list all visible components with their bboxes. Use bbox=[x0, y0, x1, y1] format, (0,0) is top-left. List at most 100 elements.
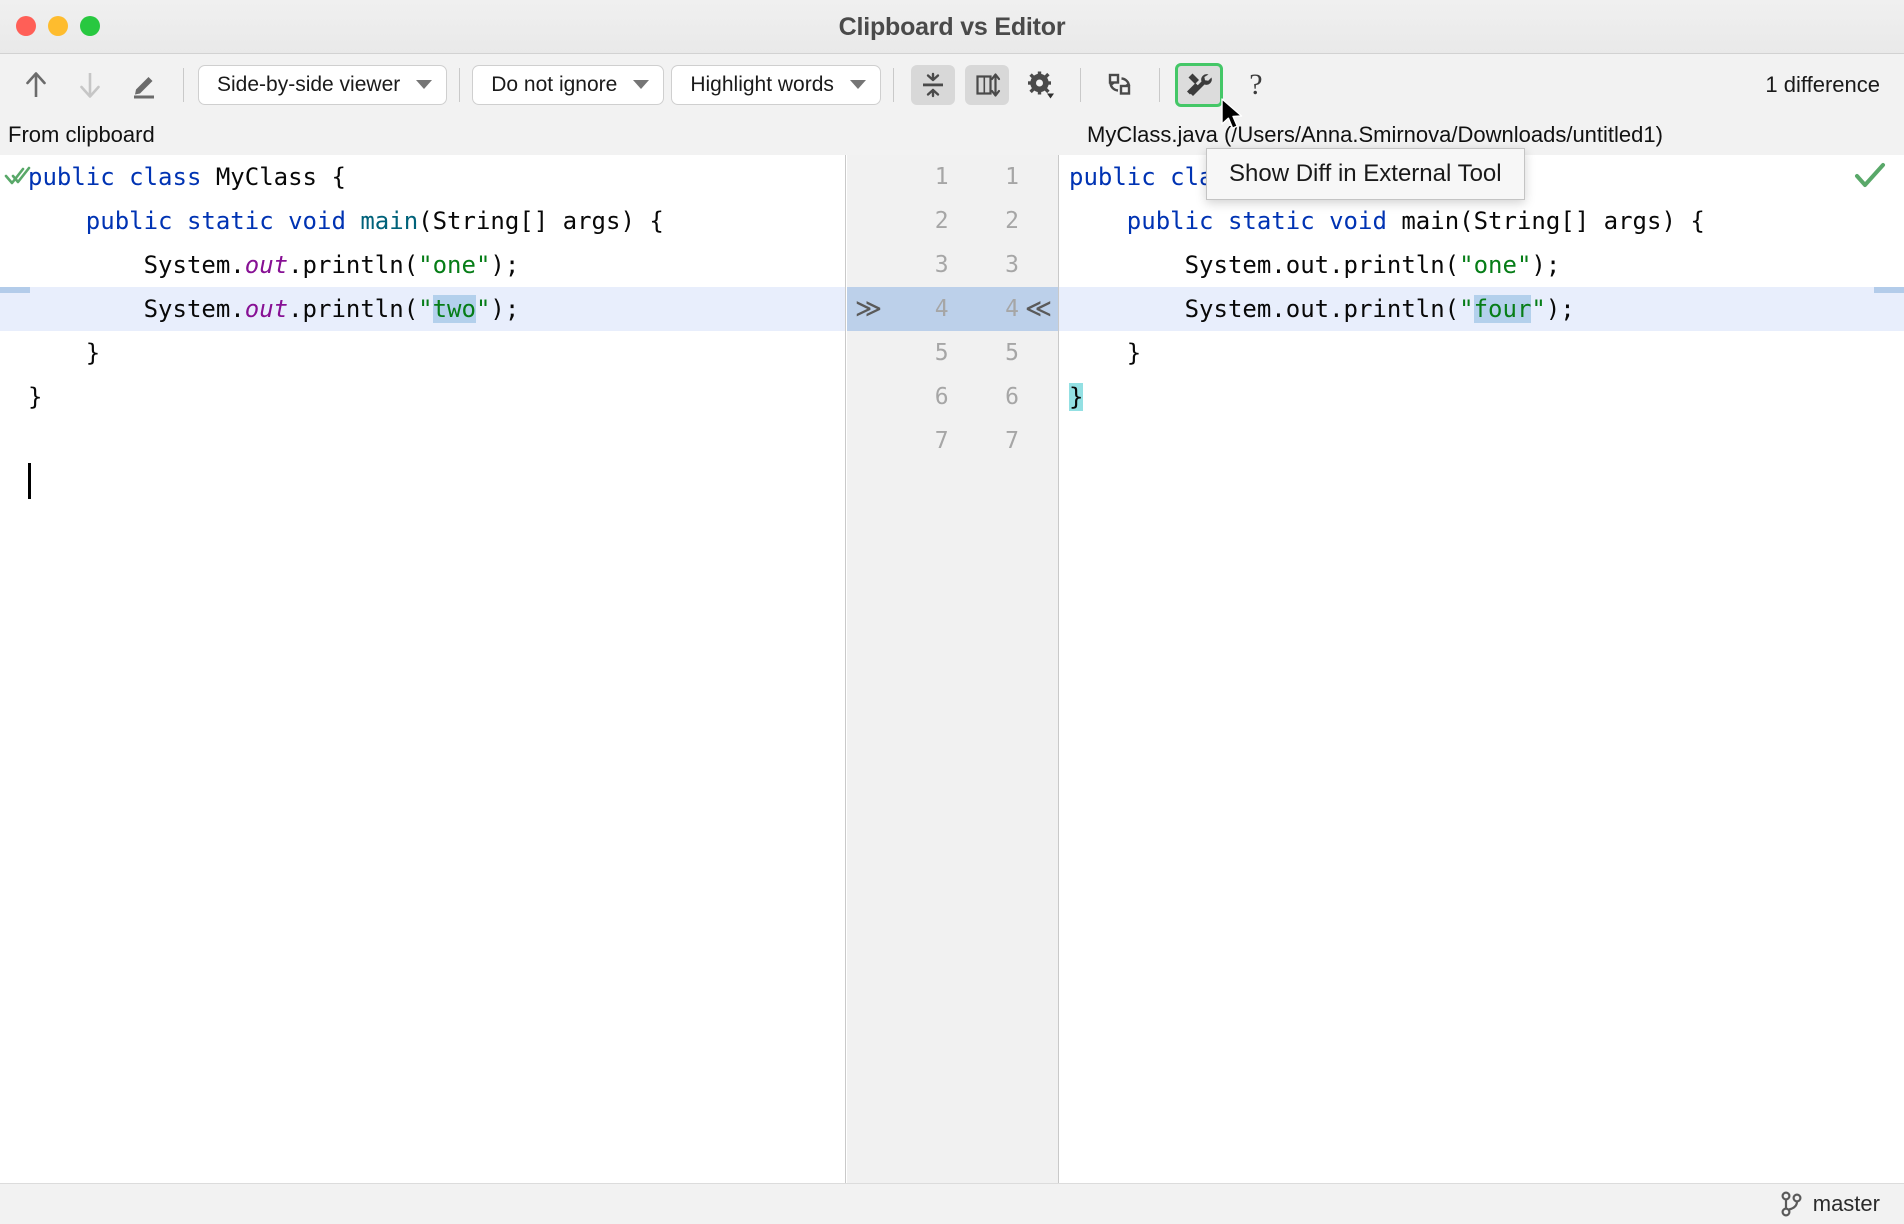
code-token: public bbox=[86, 207, 173, 235]
arrow-down-icon bbox=[77, 71, 103, 99]
code-token: public bbox=[1069, 163, 1156, 191]
code-token: System.out.println( bbox=[1069, 251, 1459, 279]
highlight-mode-label: Highlight words bbox=[690, 73, 834, 97]
viewer-mode-dropdown[interactable]: Side-by-side viewer bbox=[198, 65, 447, 105]
code-token: .println( bbox=[288, 295, 418, 323]
previous-difference-button[interactable] bbox=[14, 65, 58, 105]
right-editor-pane[interactable]: public class MyClass { public static voi… bbox=[1059, 155, 1904, 1183]
code-token: } bbox=[1069, 383, 1083, 411]
gutter-rows: 112233≫44≪556677 bbox=[847, 155, 1058, 463]
highlight-mode-dropdown[interactable]: Highlight words bbox=[671, 65, 881, 105]
code-line: } bbox=[1069, 331, 1904, 375]
code-token: .println( bbox=[288, 251, 418, 279]
synchronize-scrolling-button[interactable] bbox=[965, 65, 1009, 105]
gutter-row: 33 bbox=[847, 243, 1058, 287]
code-token: } bbox=[28, 339, 100, 367]
right-line-number: 4 bbox=[960, 287, 1019, 331]
code-token: " bbox=[1531, 295, 1545, 323]
code-line: public class MyClass { bbox=[28, 155, 845, 199]
gutter-row[interactable]: ≫44≪ bbox=[847, 287, 1058, 331]
ignore-policy-label: Do not ignore bbox=[491, 73, 617, 97]
diff-gutter[interactable]: 112233≫44≪556677 bbox=[847, 155, 1059, 1183]
code-token: } bbox=[1069, 339, 1141, 367]
left-line-number: 5 bbox=[890, 331, 953, 375]
code-line bbox=[1069, 419, 1904, 463]
code-token bbox=[1156, 163, 1170, 191]
edit-source-button[interactable] bbox=[122, 65, 166, 105]
code-token: ); bbox=[1531, 251, 1560, 279]
ignore-policy-dropdown[interactable]: Do not ignore bbox=[472, 65, 664, 105]
gutter-row: 22 bbox=[847, 199, 1058, 243]
code-line: System.out.println("four"); bbox=[1059, 287, 1904, 331]
gutter-row: 55 bbox=[847, 331, 1058, 375]
code-token bbox=[346, 207, 360, 235]
code-token: static bbox=[1228, 207, 1315, 235]
code-token bbox=[1214, 207, 1228, 235]
code-token: " bbox=[418, 295, 432, 323]
swap-rotate-icon bbox=[1105, 71, 1135, 99]
chevron-down-icon bbox=[633, 80, 649, 89]
left-line-number: 3 bbox=[890, 243, 953, 287]
code-line: System.out.println("two"); bbox=[0, 287, 845, 331]
right-line-number: 1 bbox=[960, 155, 1019, 199]
code-token: main bbox=[1401, 207, 1459, 235]
code-token bbox=[173, 207, 187, 235]
viewer-mode-label: Side-by-side viewer bbox=[217, 73, 400, 97]
code-token: "one" bbox=[418, 251, 490, 279]
code-token: four bbox=[1474, 295, 1532, 323]
help-button[interactable]: ? bbox=[1234, 65, 1278, 105]
code-token bbox=[1069, 207, 1127, 235]
code-token: System. bbox=[28, 251, 245, 279]
diff-toolbar: Side-by-side viewer Do not ignore Highli… bbox=[0, 54, 1904, 115]
code-token: " bbox=[476, 295, 490, 323]
code-token bbox=[1315, 207, 1329, 235]
left-line-number: 1 bbox=[890, 155, 953, 199]
diff-settings-button[interactable] bbox=[1019, 65, 1063, 105]
pencil-icon bbox=[130, 71, 158, 99]
show-diff-in-external-tool-button[interactable] bbox=[1177, 65, 1221, 105]
code-token: public bbox=[28, 163, 115, 191]
code-token: (String[] args) { bbox=[1459, 207, 1705, 235]
left-line-number: 6 bbox=[890, 375, 953, 419]
code-token bbox=[274, 207, 288, 235]
left-code-area[interactable]: public class MyClass { public static voi… bbox=[0, 155, 845, 463]
code-line: System.out.println("one"); bbox=[28, 243, 845, 287]
code-token: ); bbox=[490, 295, 519, 323]
code-token: ); bbox=[1546, 295, 1575, 323]
gutter-row: 11 bbox=[847, 155, 1058, 199]
right-code-area[interactable]: public class MyClass { public static voi… bbox=[1059, 155, 1904, 463]
chevron-down-icon bbox=[850, 80, 866, 89]
code-token: " bbox=[1459, 295, 1473, 323]
collapse-unchanged-button[interactable] bbox=[911, 65, 955, 105]
right-line-number: 2 bbox=[960, 199, 1019, 243]
code-line: public static void main(String[] args) { bbox=[1069, 199, 1904, 243]
code-token: } bbox=[28, 383, 42, 411]
code-line: } bbox=[28, 331, 845, 375]
status-bar: master bbox=[0, 1183, 1904, 1224]
git-branch-icon bbox=[1781, 1191, 1803, 1217]
toolbar-separator-1 bbox=[183, 68, 184, 102]
question-mark-icon: ? bbox=[1249, 68, 1262, 102]
code-token: (String[] args) { bbox=[418, 207, 664, 235]
swap-sides-button[interactable] bbox=[1098, 65, 1142, 105]
code-token: MyClass { bbox=[201, 163, 346, 191]
toolbar-separator-5 bbox=[1080, 68, 1081, 102]
diff-window: Clipboard vs Editor bbox=[0, 0, 1904, 1224]
arrow-up-icon bbox=[23, 71, 49, 99]
diff-editor-body: public class MyClass { public static voi… bbox=[0, 155, 1904, 1183]
left-line-number: 4 bbox=[890, 287, 953, 331]
accept-right-to-left-icon[interactable]: ≪ bbox=[1019, 287, 1058, 331]
code-token: static bbox=[187, 207, 274, 235]
code-token: out bbox=[245, 251, 288, 279]
collapse-vertical-icon bbox=[919, 71, 947, 99]
right-line-number: 7 bbox=[960, 419, 1019, 463]
accept-left-to-right-icon[interactable]: ≫ bbox=[847, 287, 890, 331]
toolbar-separator-6 bbox=[1159, 68, 1160, 102]
code-line: } bbox=[28, 375, 845, 419]
left-line-number: 2 bbox=[890, 199, 953, 243]
hammer-wrench-icon bbox=[1184, 70, 1214, 100]
next-difference-button[interactable] bbox=[68, 65, 112, 105]
right-line-number: 3 bbox=[960, 243, 1019, 287]
left-editor-pane[interactable]: public class MyClass { public static voi… bbox=[0, 155, 846, 1183]
code-line: public static void main(String[] args) { bbox=[28, 199, 845, 243]
